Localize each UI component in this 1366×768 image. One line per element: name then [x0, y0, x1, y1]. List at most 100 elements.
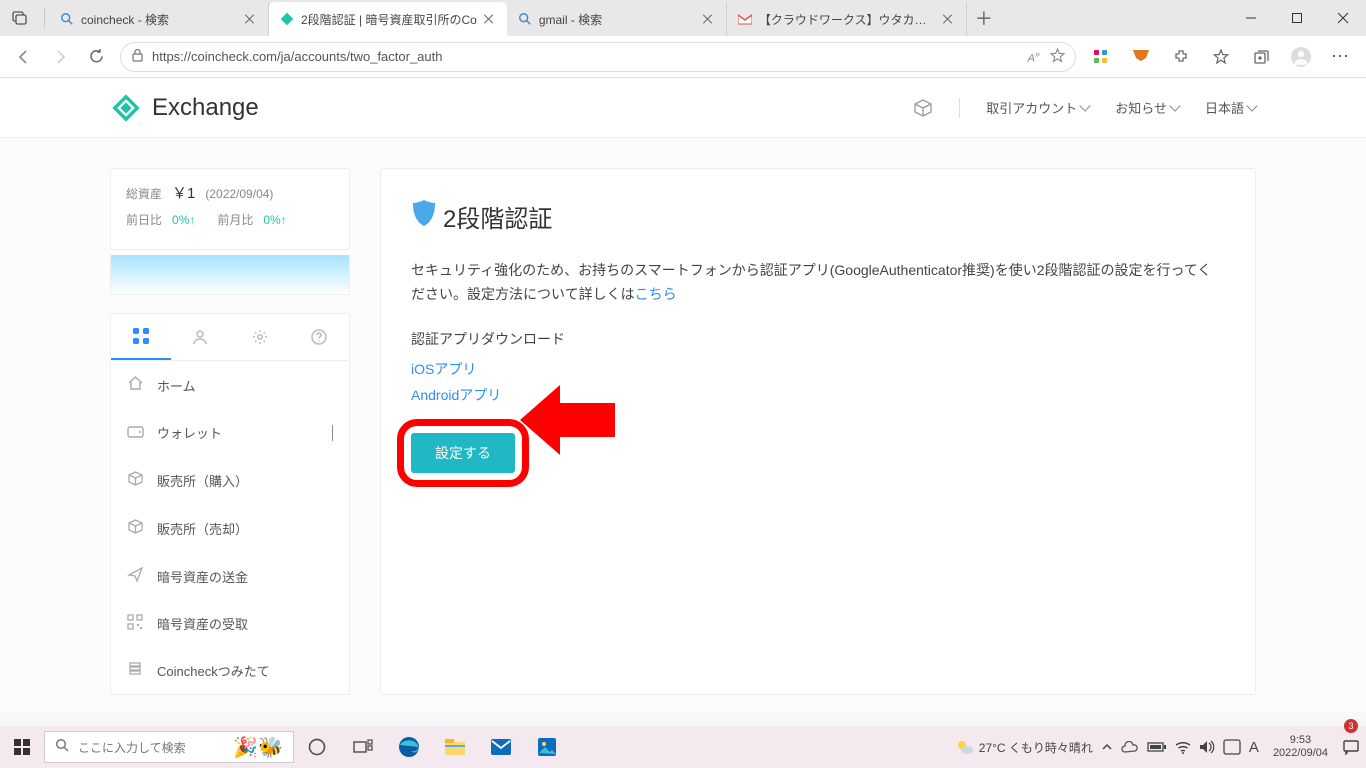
- menu-send[interactable]: 暗号資産の送金: [111, 552, 349, 600]
- weather-widget[interactable]: 27°C くもり時々晴れ: [955, 738, 1093, 756]
- total-label: 総資産: [126, 185, 162, 202]
- tab-coincheck-2fa[interactable]: 2段階認証 | 暗号資産取引所のCo: [269, 2, 507, 36]
- tab-gmail-search[interactable]: gmail - 検索: [507, 2, 727, 36]
- taskbar-search[interactable]: ここに入力して検索 🎉🐝: [44, 731, 294, 763]
- search-deco-icon: 🎉🐝: [233, 735, 283, 760]
- description-text: セキュリティ強化のため、お持ちのスマートフォンから認証アプリ(GoogleAut…: [411, 259, 1225, 307]
- menu-buy[interactable]: 販売所（購入）: [111, 456, 349, 504]
- tray-notifications[interactable]: 3: [1342, 739, 1360, 755]
- tab-dashboard-icon[interactable]: [111, 314, 171, 360]
- menu-home[interactable]: ホーム: [111, 361, 349, 409]
- setup-button[interactable]: 設定する: [411, 433, 515, 473]
- content-card: 2段階認証 セキュリティ強化のため、お持ちのスマートフォンから認証アプリ(Goo…: [380, 168, 1256, 695]
- menu-wallet[interactable]: ウォレット: [111, 409, 349, 456]
- back-button[interactable]: [6, 39, 42, 75]
- logo-icon: [110, 92, 142, 124]
- app-taskview[interactable]: [340, 726, 386, 768]
- sidebar: 総資産 ￥1 (2022/09/04) 前日比 0%↑ 前月比 0%↑: [110, 168, 350, 695]
- nav-cube-icon[interactable]: [913, 98, 933, 118]
- download-label: 認証アプリダウンロード: [411, 329, 1225, 349]
- tray-ime-mode[interactable]: A: [1249, 739, 1259, 756]
- reader-icon[interactable]: A»: [1028, 49, 1040, 65]
- chevron-down-icon: [332, 425, 333, 440]
- desc-link[interactable]: こちら: [635, 286, 677, 302]
- address-bar[interactable]: https://coincheck.com/ja/accounts/two_fa…: [120, 42, 1076, 72]
- logo-text: Exchange: [152, 94, 259, 122]
- app-edge[interactable]: [386, 726, 432, 768]
- window-controls: [1228, 0, 1366, 36]
- total-date: (2022/09/04): [205, 187, 273, 201]
- forward-button: [42, 39, 78, 75]
- menu-sell[interactable]: 販売所（売却）: [111, 504, 349, 552]
- refresh-button[interactable]: [78, 39, 114, 75]
- shield-icon: [411, 199, 437, 234]
- new-tab-button[interactable]: ＋: [967, 0, 1001, 36]
- asset-chart-placeholder: [110, 255, 350, 295]
- cube-icon: [127, 518, 145, 538]
- tab-title: coincheck - 検索: [81, 11, 238, 28]
- month-label: 前月比: [217, 211, 253, 228]
- tray-wifi-icon[interactable]: [1175, 741, 1191, 754]
- maximize-button[interactable]: [1274, 0, 1320, 36]
- collections-icon[interactable]: [1242, 39, 1280, 75]
- tray-battery-icon[interactable]: [1147, 741, 1167, 753]
- tray-chevron-icon[interactable]: [1101, 741, 1113, 753]
- chevron-down-icon: [1169, 100, 1180, 111]
- page-title: 2段階認証: [411, 199, 1225, 234]
- android-app-link[interactable]: Androidアプリ: [411, 385, 1225, 405]
- menu-tsumitate[interactable]: Coincheckつみたて: [111, 647, 349, 694]
- site-nav: 取引アカウント お知らせ 日本語: [913, 98, 1256, 118]
- browser-toolbar: https://coincheck.com/ja/accounts/two_fa…: [0, 36, 1366, 78]
- menu-receive[interactable]: 暗号資産の受取: [111, 600, 349, 647]
- close-icon[interactable]: [481, 11, 497, 27]
- tab-title: 2段階認証 | 暗号資産取引所のCo: [301, 11, 477, 28]
- coincheck-icon: [279, 11, 295, 27]
- tab-title: gmail - 検索: [539, 11, 696, 28]
- tab-coincheck-search[interactable]: coincheck - 検索: [49, 2, 269, 36]
- app-cortana[interactable]: [294, 726, 340, 768]
- tray-clock[interactable]: 9:53 2022/09/04: [1273, 734, 1328, 760]
- nav-account[interactable]: 取引アカウント: [986, 98, 1089, 117]
- search-icon: [517, 11, 533, 27]
- send-icon: [127, 566, 145, 586]
- tab-manager-button[interactable]: [0, 0, 40, 36]
- app-mail[interactable]: [478, 726, 524, 768]
- ext-grid-icon[interactable]: [1082, 39, 1120, 75]
- extensions-icon[interactable]: [1162, 39, 1200, 75]
- tray-onedrive-icon[interactable]: [1121, 741, 1139, 753]
- url-text: https://coincheck.com/ja/accounts/two_fa…: [152, 49, 443, 64]
- lock-icon: [131, 48, 144, 65]
- nav-notice[interactable]: お知らせ: [1115, 98, 1179, 117]
- tab-crowdworks-mail[interactable]: 【クラウドワークス】ウタカタブログさんか: [727, 2, 967, 36]
- app-photos[interactable]: [524, 726, 570, 768]
- favorites-icon[interactable]: [1202, 39, 1240, 75]
- cube-icon: [127, 470, 145, 490]
- tray-volume-icon[interactable]: [1199, 740, 1215, 754]
- tab-settings-icon[interactable]: [230, 314, 290, 360]
- month-pct: 0%↑: [263, 213, 286, 227]
- minimize-button[interactable]: [1228, 0, 1274, 36]
- tray-ime-indicator[interactable]: [1223, 739, 1241, 755]
- close-icon[interactable]: [242, 11, 258, 27]
- nav-lang[interactable]: 日本語: [1205, 98, 1256, 117]
- taskbar-apps: [294, 726, 570, 768]
- site-logo[interactable]: Exchange: [110, 92, 259, 124]
- asset-summary-card: 総資産 ￥1 (2022/09/04) 前日比 0%↑ 前月比 0%↑: [110, 168, 350, 250]
- favorite-icon[interactable]: [1050, 48, 1065, 66]
- tab-help-icon[interactable]: [290, 314, 350, 360]
- profile-icon[interactable]: [1282, 39, 1320, 75]
- browser-titlebar: coincheck - 検索 2段階認証 | 暗号資産取引所のCo gmail …: [0, 0, 1366, 36]
- start-button[interactable]: [0, 726, 44, 768]
- close-icon[interactable]: [700, 11, 716, 27]
- menu-icon[interactable]: ⋯: [1322, 39, 1360, 75]
- divider: [44, 8, 45, 28]
- ios-app-link[interactable]: iOSアプリ: [411, 359, 1225, 379]
- close-window-button[interactable]: [1320, 0, 1366, 36]
- tab-account-icon[interactable]: [171, 314, 231, 360]
- total-amount: ￥1: [172, 182, 195, 203]
- close-icon[interactable]: [940, 11, 956, 27]
- app-explorer[interactable]: [432, 726, 478, 768]
- ext-metamask-icon[interactable]: [1122, 39, 1160, 75]
- sidebar-menu: ホーム ウォレット 販売所（購入） 販売所（売却） 暗号資産の送金 暗号資産の受…: [110, 361, 350, 695]
- wallet-icon: [127, 424, 145, 442]
